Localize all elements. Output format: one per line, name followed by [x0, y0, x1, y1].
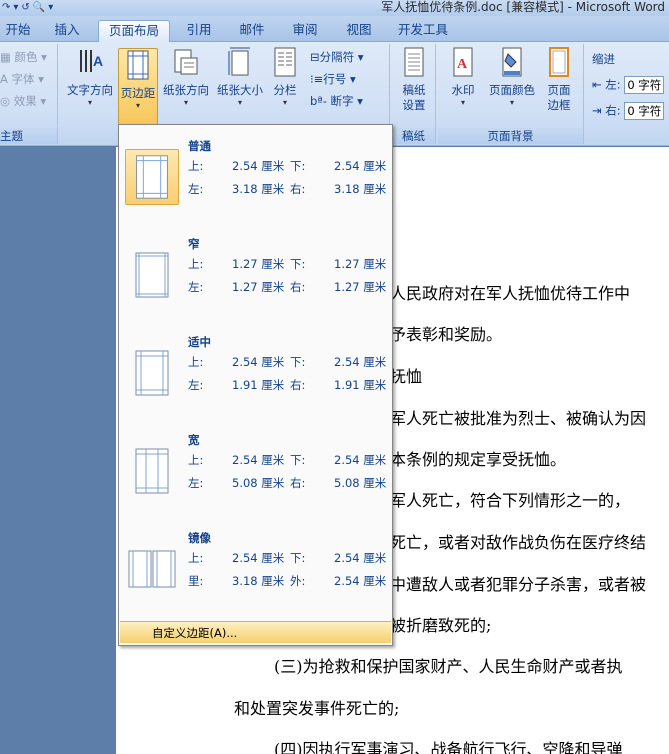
watermark-button[interactable]: A 水印 ▾ [446, 46, 480, 108]
tab-page-layout[interactable]: 页面布局 [98, 20, 170, 43]
doc-line: 中遭敌人或者犯罪分子杀害，或者被 [390, 575, 647, 594]
indent-title: 缩进 [592, 52, 615, 66]
margins-icon [127, 50, 149, 80]
title-bar: ↷ ▾ ↺ 🔍 ▾ 军人抚恤优待条例.doc [兼容模式] - Microsof… [0, 0, 669, 16]
indent-right-icon: ⇥ [592, 103, 602, 118]
breaks-button[interactable]: ⊟分隔符 ▾ [310, 48, 364, 66]
svg-text:A: A [93, 53, 103, 69]
indent-left-input[interactable]: 0 字符 [624, 76, 665, 94]
columns-button[interactable]: 分栏 ▾ [268, 46, 302, 108]
page-borders-button[interactable]: 页面 边框 [542, 46, 576, 113]
chevron-down-icon: ▾ [183, 98, 188, 107]
doc-line: (三)为抢救和保护国家财产、人民生命财产或者执 [274, 657, 623, 676]
margin-moderate-icon [135, 350, 169, 396]
group-label-page-background: 页面背景 [438, 128, 583, 144]
print-preview-icon[interactable]: 🔍 [33, 1, 45, 15]
watermark-icon: A [453, 47, 473, 77]
doc-line: 被折磨致死的; [390, 616, 492, 635]
orientation-icon [174, 49, 198, 75]
palette-icon: ▦ [0, 50, 11, 64]
indent-left-control: ⇤ 左: 0 字符 [592, 76, 665, 94]
doc-line: 本条例的规定享受抚恤。 [390, 450, 567, 469]
undo-icon[interactable]: ↺ [21, 1, 29, 15]
margin-normal-icon [125, 149, 179, 205]
page-borders-icon [549, 47, 569, 77]
tab-references[interactable]: 引用 [176, 20, 222, 42]
margin-mirrored-icon [128, 550, 176, 588]
indent-left-icon: ⇤ [592, 77, 602, 92]
page-color-button[interactable]: 页面颜色 ▾ [484, 46, 540, 108]
doc-line: 军人死亡被批准为烈士、被确认为因 [390, 409, 647, 428]
margin-option-moderate[interactable]: 适中 上: 2.54 厘米 下: 2.54 厘米 左: 1.91 厘米 右: 1… [121, 323, 390, 419]
tab-review[interactable]: 审阅 [282, 20, 328, 42]
orientation-button[interactable]: 纸张方向 ▾ [160, 46, 212, 108]
group-label-themes: 主题 [0, 128, 57, 144]
indent-right-input[interactable]: 0 字符 [624, 102, 665, 120]
doc-line: 军人死亡，符合下列情形之一的， [390, 491, 631, 510]
margin-narrow-icon [135, 252, 169, 298]
window-title: 军人抚恤优待条例.doc [兼容模式] - Microsoft Word [381, 0, 665, 14]
group-themes: ▦ 颜色 ▾ A 字体 ▾ ◎ 效果 ▾ 主题 [0, 44, 58, 144]
chevron-down-icon: ▾ [282, 98, 287, 107]
tab-insert[interactable]: 插入 [44, 20, 90, 42]
doc-line: 抚恤 [390, 367, 423, 386]
margins-dropdown: 普通 上: 2.54 厘米 下: 2.54 厘米 左: 3.18 厘米 右: 3… [118, 124, 393, 646]
margin-option-mirrored[interactable]: 镜像 上: 2.54 厘米 下: 2.54 厘米 里: 3.18 厘米 外: 2… [121, 519, 390, 615]
breaks-icon: ⊟ [310, 50, 320, 64]
columns-icon [274, 47, 296, 77]
margin-option-normal[interactable]: 普通 上: 2.54 厘米 下: 2.54 厘米 左: 3.18 厘米 右: 3… [121, 127, 390, 223]
draft-settings-button[interactable]: 稿纸 设置 [396, 46, 432, 113]
quick-access-toolbar: ↷ ▾ ↺ 🔍 ▾ [0, 0, 53, 16]
margins-button[interactable]: 页边距 ▾ [118, 48, 158, 126]
chevron-down-icon: ▾ [87, 98, 92, 107]
doc-line: 予表彰和奖励。 [390, 325, 503, 344]
page-color-icon [502, 47, 522, 77]
group-paragraph: 缩进 ⇤ 左: 0 字符 ⇥ 右: 0 字符 [586, 44, 669, 144]
theme-effects-button[interactable]: ◎ 效果 ▾ [0, 92, 46, 110]
effects-icon: ◎ [0, 94, 11, 108]
dropdown-arrow-icon[interactable]: ▾ [13, 1, 18, 15]
draft-paper-icon [404, 47, 424, 77]
chevron-down-icon: ▾ [460, 98, 465, 107]
tab-developer[interactable]: 开发工具 [392, 20, 454, 42]
indent-right-control: ⇥ 右: 0 字符 [592, 102, 665, 120]
theme-fonts-button[interactable]: A 字体 ▾ [0, 70, 44, 88]
text-direction-button[interactable]: A 文字方向 ▾ [64, 46, 116, 108]
font-icon: A [0, 72, 8, 86]
chevron-down-icon: ▾ [135, 101, 140, 110]
svg-text:A: A [457, 57, 468, 72]
tab-view[interactable]: 视图 [336, 20, 382, 42]
margin-option-wide[interactable]: 宽 上: 2.54 厘米 下: 2.54 厘米 左: 5.08 厘米 右: 5.… [121, 421, 390, 517]
redo-icon[interactable]: ↷ [2, 1, 10, 15]
custom-margins-button[interactable]: 自定义边距(A)... [120, 621, 391, 643]
tab-mailings[interactable]: 邮件 [229, 20, 275, 42]
chevron-down-icon: ▾ [509, 98, 514, 107]
doc-line: 死亡，或者对敌作战负伤在医疗终结 [390, 533, 647, 552]
ribbon-tab-bar: 开始 插入 页面布局 引用 邮件 审阅 视图 开发工具 [0, 16, 669, 43]
line-numbers-button[interactable]: ⁝≡行号 ▾ [310, 70, 356, 88]
text-direction-icon: A [80, 50, 103, 72]
hyphenation-button[interactable]: bª- 断字 ▾ [310, 92, 363, 110]
tab-home[interactable]: 开始 [0, 20, 36, 42]
doc-line: 和处置突发事件死亡的; [234, 699, 400, 718]
group-draft: 稿纸 设置 稿纸 [392, 44, 436, 144]
theme-colors-button[interactable]: ▦ 颜色 ▾ [0, 48, 47, 66]
chevron-down-icon: ▾ [237, 98, 242, 107]
group-label-draft: 稿纸 [392, 128, 435, 144]
page-size-icon [228, 47, 250, 76]
hyphenation-icon: bª- [310, 94, 327, 108]
doc-line: 人民政府对在军人抚恤优待工作中 [390, 284, 631, 303]
doc-line: (四)因执行军事演习、战备航行飞行、空降和导弹 [274, 740, 623, 754]
group-page-background: A 水印 ▾ 页面颜色 ▾ 页面 边框 页面背景 [438, 44, 584, 144]
customize-qat-icon[interactable]: ▾ [48, 1, 53, 15]
margin-option-narrow[interactable]: 窄 上: 1.27 厘米 下: 1.27 厘米 左: 1.27 厘米 右: 1.… [121, 225, 390, 321]
size-button[interactable]: 纸张大小 ▾ [214, 46, 266, 108]
line-numbers-icon: ⁝≡ [310, 72, 324, 86]
margin-wide-icon [135, 448, 169, 494]
